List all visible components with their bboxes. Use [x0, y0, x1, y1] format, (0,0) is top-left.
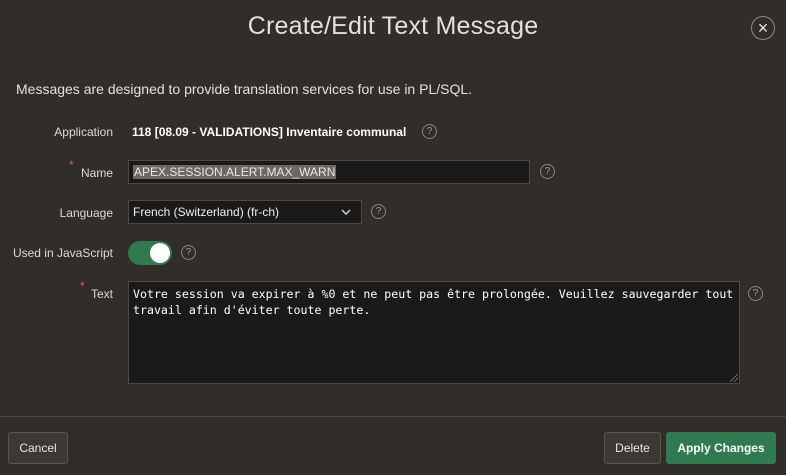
help-icon[interactable]: ?: [748, 286, 763, 301]
cancel-button[interactable]: Cancel: [8, 432, 68, 464]
help-icon[interactable]: ?: [422, 124, 437, 139]
application-label: Application: [54, 125, 113, 139]
close-icon: ×: [757, 18, 769, 38]
help-icon[interactable]: ?: [181, 245, 196, 260]
dialog-title: Create/Edit Text Message: [247, 12, 539, 40]
name-label: Name: [80, 166, 113, 180]
chevron-down-icon: [341, 206, 351, 218]
resize-handle[interactable]: [730, 374, 738, 382]
apply-changes-button[interactable]: Apply Changes: [666, 432, 776, 464]
toggle-knob: [150, 243, 170, 263]
language-selected-value: French (Switzerland) (fr-ch): [133, 205, 280, 219]
name-input[interactable]: APEX.SESSION.ALERT.MAX_WARN: [128, 160, 530, 184]
help-icon[interactable]: ?: [371, 204, 386, 219]
used-in-javascript-toggle[interactable]: [128, 241, 172, 265]
text-area[interactable]: Votre session va expirer à %0 et ne peut…: [128, 281, 740, 384]
used-in-javascript-label: Used in JavaScript: [12, 246, 113, 260]
intro-text: Messages are designed to provide transla…: [16, 81, 473, 97]
application-value: 118 [08.09 - VALIDATIONS] Inventaire com…: [132, 125, 407, 139]
text-label: Text: [90, 287, 113, 301]
close-button[interactable]: ×: [751, 16, 775, 40]
language-select[interactable]: French (Switzerland) (fr-ch): [128, 200, 362, 224]
help-icon[interactable]: ?: [540, 164, 555, 179]
delete-button[interactable]: Delete: [604, 432, 661, 464]
name-value: APEX.SESSION.ALERT.MAX_WARN: [133, 165, 337, 179]
language-label: Language: [59, 206, 113, 220]
